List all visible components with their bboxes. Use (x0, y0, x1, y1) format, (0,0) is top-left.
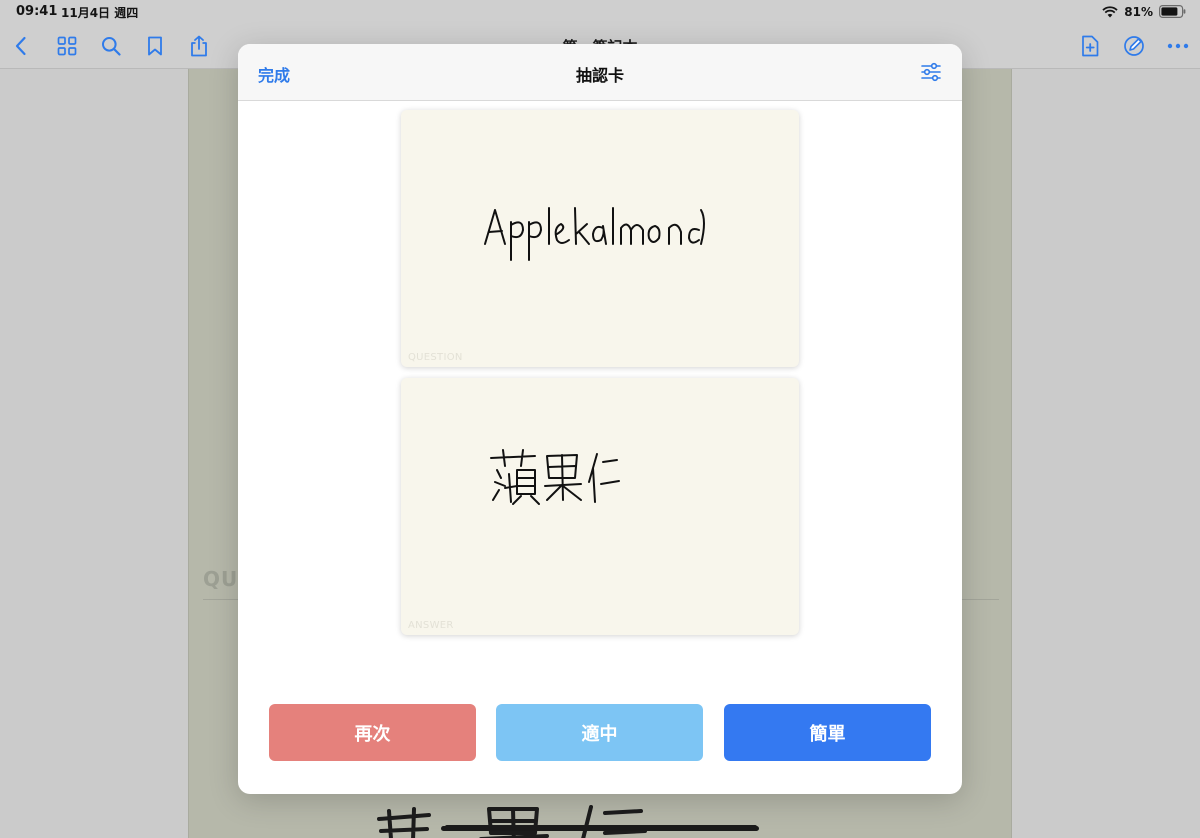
thumbnails-button[interactable] (55, 34, 79, 58)
bookmark-icon (148, 36, 162, 56)
modal-header: 完成 抽認卡 (238, 44, 962, 101)
settings-button[interactable] (920, 61, 942, 83)
chevron-left-icon (15, 36, 26, 56)
more-icon (1167, 43, 1189, 49)
battery-icon (1159, 3, 1186, 22)
home-indicator[interactable] (441, 826, 759, 831)
page-question-heading: QU (203, 567, 239, 591)
back-button[interactable] (9, 34, 33, 58)
search-button[interactable] (99, 34, 123, 58)
search-icon (102, 37, 121, 56)
answer-label: ANSWER (408, 620, 454, 631)
share-icon (191, 35, 207, 57)
more-button[interactable] (1166, 34, 1190, 58)
easy-button[interactable]: 簡單 (724, 704, 931, 761)
status-right: 81% (1102, 3, 1186, 21)
ipad-screen: 09:41 11月4日 週四 81% 第一筆記本 (0, 0, 1200, 838)
status-date: 11月4日 週四 (61, 6, 139, 20)
bookmark-button[interactable] (143, 34, 167, 58)
add-page-button[interactable] (1078, 34, 1102, 58)
edit-mode-button[interactable] (1122, 34, 1146, 58)
question-handwriting (484, 207, 705, 261)
status-time: 09:41 (16, 4, 58, 19)
done-button[interactable]: 完成 (258, 62, 290, 86)
sliders-icon (921, 62, 941, 82)
answer-card[interactable]: ANSWER (401, 378, 799, 635)
flashcard-modal: 完成 抽認卡 QUESTION ANSWER 再次 適中 簡單 (238, 44, 962, 794)
wifi-icon (1102, 3, 1118, 22)
question-label: QUESTION (408, 352, 463, 363)
question-card[interactable]: QUESTION (401, 110, 799, 367)
again-button[interactable]: 再次 (269, 704, 476, 761)
modal-title: 抽認卡 (575, 66, 624, 85)
good-button[interactable]: 適中 (496, 704, 703, 761)
add-page-icon (1082, 35, 1099, 57)
status-bar: 09:41 11月4日 週四 81% (0, 0, 1200, 24)
pencil-circle-icon (1124, 36, 1144, 56)
share-button[interactable] (187, 34, 211, 58)
grid-icon (57, 36, 77, 56)
battery-percent: 81% (1124, 5, 1153, 19)
answer-handwriting (490, 449, 620, 505)
